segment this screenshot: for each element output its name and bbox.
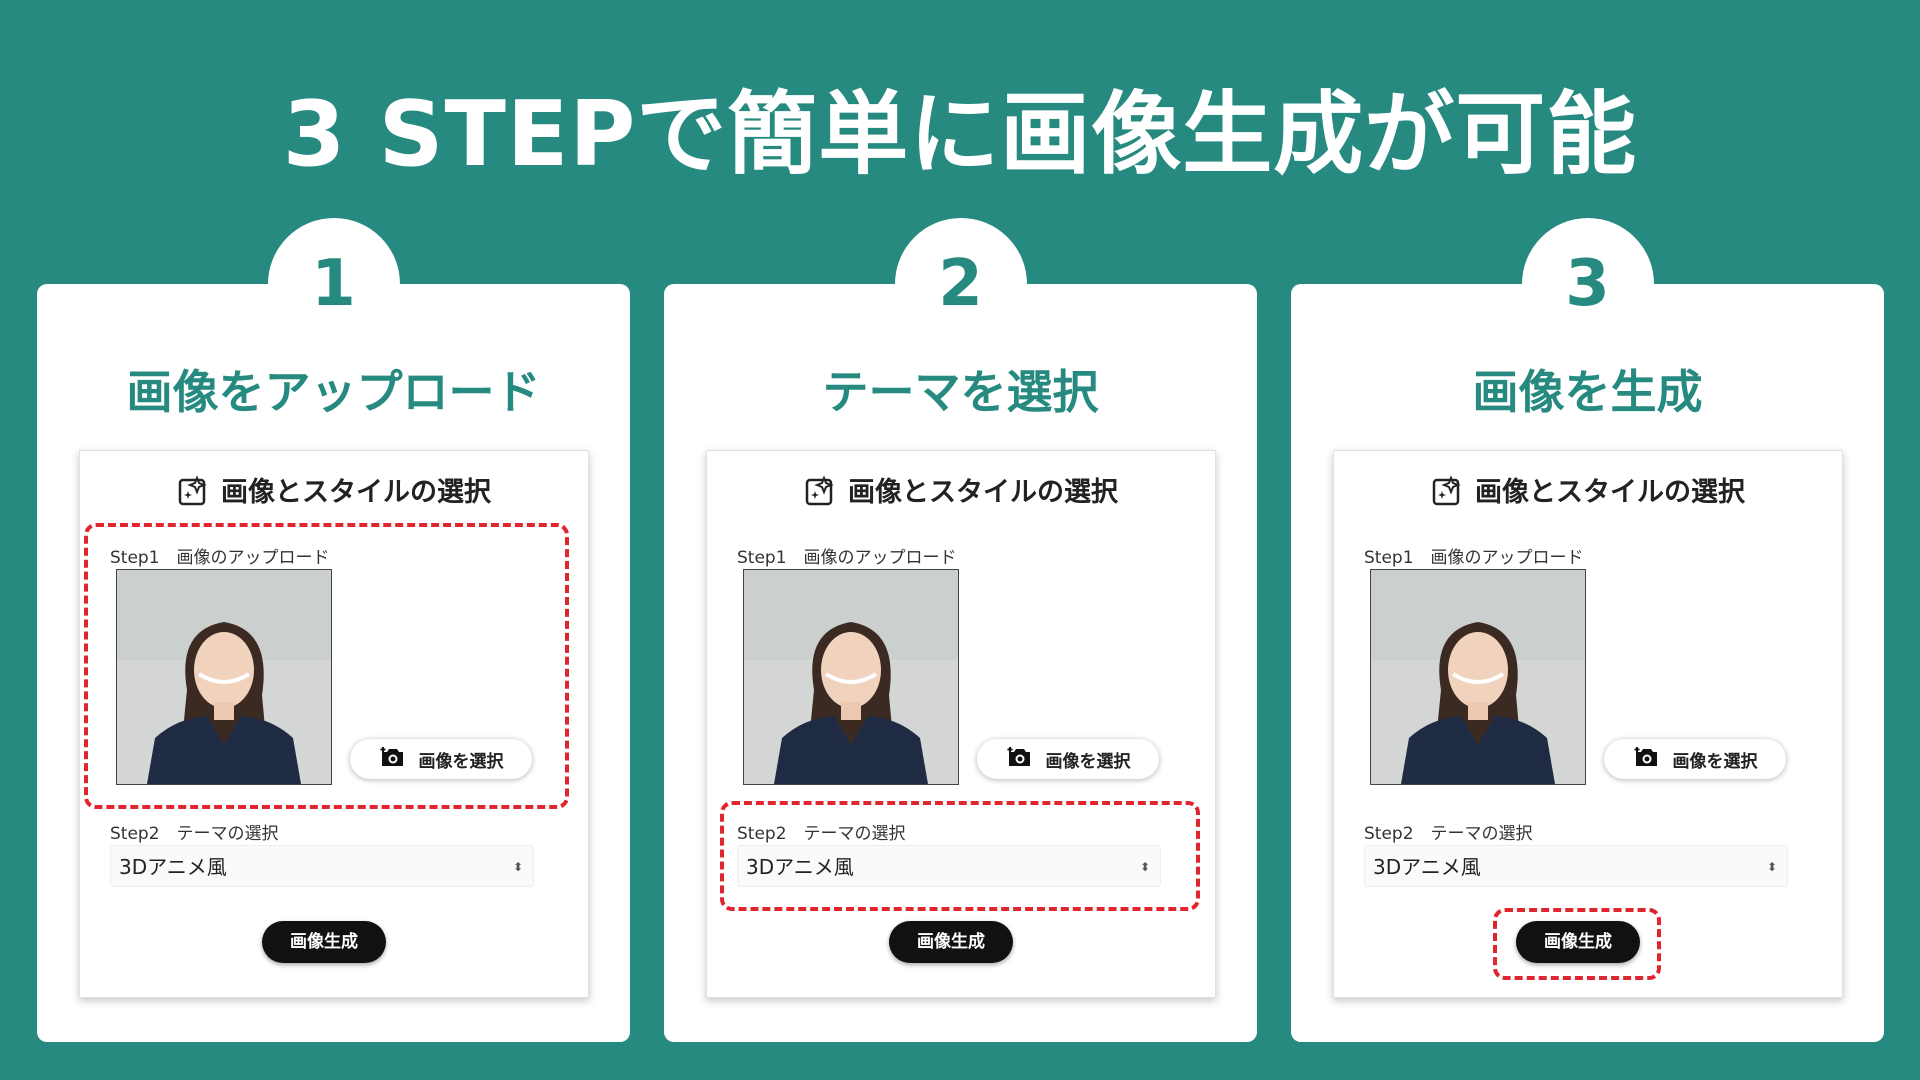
step-card-3: 3 画像を生成 画像とスタイルの選択 Step1 画像のアップロード 画像を選択… (1291, 218, 1884, 1042)
camera-icon (1006, 746, 1032, 773)
select-image-button[interactable]: 画像を選択 (977, 739, 1159, 779)
step2-label: Step2 テーマの選択 (110, 824, 279, 844)
page-title: 3 STEPで簡単に画像生成が可能 (282, 82, 1638, 187)
step1-label: Step1 画像のアップロード (1364, 548, 1584, 568)
mock-title-text: 画像とスタイルの選択 (1475, 477, 1745, 508)
step-number-badge: 1 (267, 218, 400, 350)
mock-title: 画像とスタイルの選択 (707, 475, 1215, 517)
select-image-label: 画像を選択 (1672, 751, 1758, 772)
select-arrows-icon: ⬍ (1766, 860, 1777, 874)
step-number-badge: 2 (894, 218, 1027, 350)
select-image-label: 画像を選択 (1045, 751, 1131, 772)
mock-panel: 画像とスタイルの選択 Step1 画像のアップロード 画像を選択 Step2 テ… (706, 450, 1216, 998)
theme-select-value: 3Dアニメ風 (119, 855, 227, 879)
step2-label: Step2 テーマの選択 (1364, 824, 1533, 844)
uploaded-photo (1370, 569, 1586, 785)
step1-label: Step1 画像のアップロード (737, 548, 957, 568)
step-heading: 画像をアップロード (126, 365, 541, 419)
image-sparkle-icon (1431, 475, 1463, 517)
step-heading: テーマを選択 (822, 365, 1099, 419)
step-card-2: 2 テーマを選択 画像とスタイルの選択 Step1 画像のアップロード 画像を選… (664, 218, 1257, 1042)
uploaded-photo (743, 569, 959, 785)
step-number-badge: 3 (1521, 218, 1654, 350)
image-sparkle-icon (177, 475, 209, 517)
highlight-upload-area (84, 523, 569, 809)
theme-select[interactable]: 3Dアニメ風 ⬍ (1364, 845, 1788, 887)
mock-title-text: 画像とスタイルの選択 (221, 477, 491, 508)
select-arrows-icon: ⬍ (512, 860, 523, 874)
mock-title-text: 画像とスタイルの選択 (848, 477, 1118, 508)
theme-select[interactable]: 3Dアニメ風 ⬍ (110, 845, 534, 887)
theme-select-value: 3Dアニメ風 (1373, 855, 1481, 879)
generate-image-button[interactable]: 画像生成 (889, 921, 1013, 963)
highlight-generate-button (1493, 908, 1661, 980)
mock-title: 画像とスタイルの選択 (1334, 475, 1842, 517)
highlight-theme-select (720, 801, 1200, 911)
select-image-button[interactable]: 画像を選択 (1604, 739, 1786, 779)
generate-image-button[interactable]: 画像生成 (262, 921, 386, 963)
step-heading: 画像を生成 (1472, 365, 1703, 419)
image-sparkle-icon (804, 475, 836, 517)
step-card-1: 1 画像をアップロード 画像とスタイルの選択 Step1 画像のアップロード 画… (37, 218, 630, 1042)
camera-icon (1633, 746, 1659, 773)
mock-title: 画像とスタイルの選択 (80, 475, 588, 517)
